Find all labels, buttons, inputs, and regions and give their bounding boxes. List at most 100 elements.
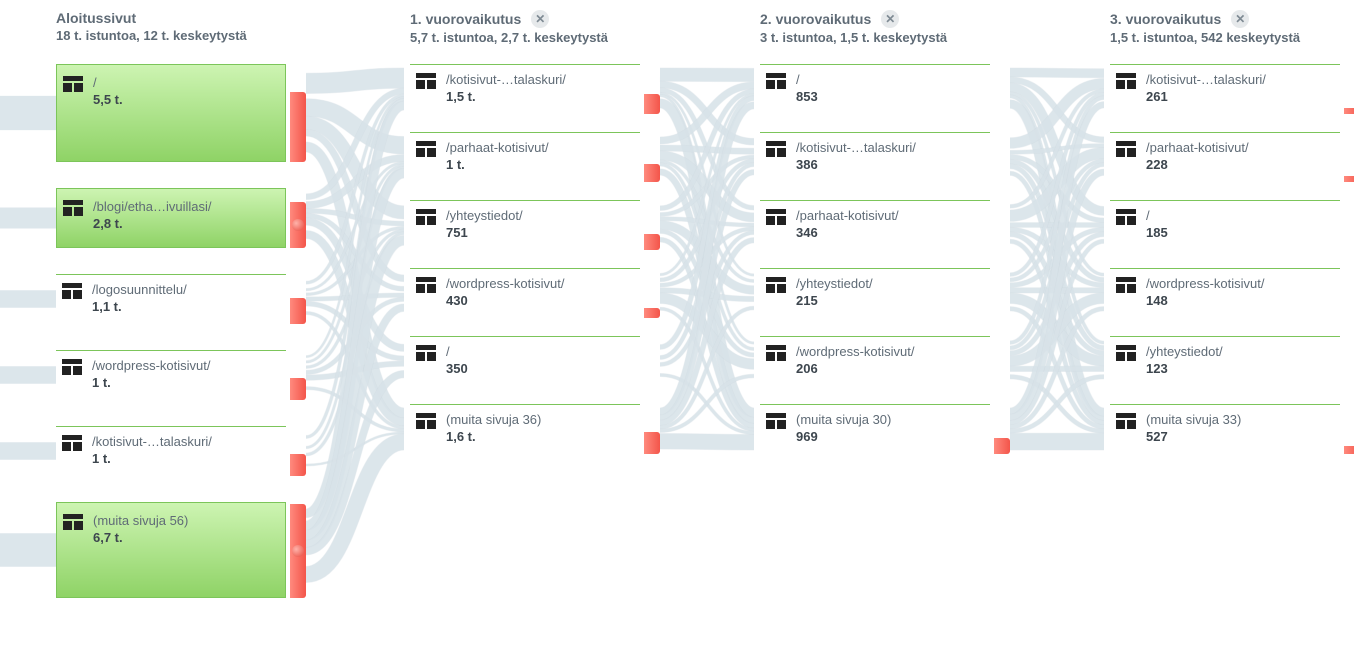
flow-node[interactable]: /blogi/etha…ivuillasi/2,8 t. (56, 188, 286, 248)
node-body: /parhaat-kotisivut/346 (760, 201, 990, 250)
node-body: /853 (760, 65, 990, 114)
close-icon[interactable] (1231, 10, 1249, 28)
flow-node[interactable]: /kotisivut-…talaskuri/1 t. (56, 426, 286, 476)
page-icon (416, 141, 436, 160)
node-body: (muita sivuja 30)969 (760, 405, 990, 454)
node-path: /parhaat-kotisivut/ (446, 140, 630, 155)
flow-node[interactable]: (muita sivuja 33)527 (1110, 404, 1340, 454)
node-path: (muita sivuja 33) (1146, 412, 1330, 427)
flow-node[interactable]: /350 (410, 336, 640, 386)
node-path: (muita sivuja 36) (446, 412, 630, 427)
page-icon (766, 413, 786, 432)
flow-node[interactable]: (muita sivuja 56)6,7 t. (56, 502, 286, 598)
node-path: (muita sivuja 56) (93, 513, 275, 528)
node-path: / (93, 75, 275, 90)
page-icon (62, 359, 82, 375)
page-icon (416, 413, 436, 432)
flow-node[interactable]: /parhaat-kotisivut/346 (760, 200, 990, 250)
page-icon (1116, 73, 1136, 92)
flow-node[interactable]: (muita sivuja 36)1,6 t. (410, 404, 640, 454)
page-icon (1116, 209, 1136, 225)
page-icon (766, 141, 786, 157)
node-body: /yhteystiedot/123 (1110, 337, 1340, 386)
page-icon (766, 73, 786, 92)
dropoff-indicator[interactable] (994, 438, 1010, 454)
node-path: /yhteystiedot/ (446, 208, 630, 223)
node-body: /yhteystiedot/215 (760, 269, 990, 318)
page-icon (63, 76, 83, 92)
flow-node[interactable]: /kotisivut-…talaskuri/1,5 t. (410, 64, 640, 114)
node-value: 1 t. (92, 375, 276, 390)
node-value: 346 (796, 225, 980, 240)
dropoff-indicator[interactable] (644, 94, 660, 114)
flow-node[interactable]: /parhaat-kotisivut/228 (1110, 132, 1340, 182)
flow-node[interactable]: /wordpress-kotisivut/206 (760, 336, 990, 386)
dropoff-indicator[interactable] (644, 308, 660, 318)
column-subtitle: 5,7 t. istuntoa, 2,7 t. keskeytystä (410, 30, 710, 45)
dropoff-indicator[interactable] (290, 298, 306, 324)
column-c3: 3. vuorovaikutus1,5 t. istuntoa, 542 kes… (1110, 10, 1354, 57)
dropoff-indicator[interactable] (644, 234, 660, 250)
page-icon (766, 413, 786, 429)
dropoff-indicator[interactable] (290, 92, 306, 162)
flow-node[interactable]: /wordpress-kotisivut/1 t. (56, 350, 286, 400)
node-value: 1,1 t. (92, 299, 276, 314)
flow-node[interactable]: /parhaat-kotisivut/1 t. (410, 132, 640, 182)
flow-node[interactable]: /yhteystiedot/751 (410, 200, 640, 250)
node-body: /wordpress-kotisivut/206 (760, 337, 990, 386)
page-icon (62, 435, 82, 451)
page-icon (63, 200, 83, 219)
flow-node[interactable]: /kotisivut-…talaskuri/386 (760, 132, 990, 182)
column-header: Aloitussivut18 t. istuntoa, 12 t. keskey… (56, 10, 356, 55)
dropoff-indicator[interactable] (1344, 176, 1354, 182)
page-icon (416, 209, 436, 228)
column-title-text: 3. vuorovaikutus (1110, 11, 1221, 27)
node-path: /kotisivut-…talaskuri/ (1146, 72, 1330, 87)
page-icon (63, 76, 83, 95)
node-body: (muita sivuja 33)527 (1110, 405, 1340, 454)
close-icon[interactable] (531, 10, 549, 28)
node-path: /kotisivut-…talaskuri/ (446, 72, 630, 87)
node-value: 751 (446, 225, 630, 240)
node-body: /kotisivut-…talaskuri/1 t. (56, 427, 286, 476)
page-icon (63, 514, 83, 533)
flow-node[interactable]: /wordpress-kotisivut/148 (1110, 268, 1340, 318)
node-value: 386 (796, 157, 980, 172)
column-subtitle: 3 t. istuntoa, 1,5 t. keskeytystä (760, 30, 1060, 45)
node-path: /wordpress-kotisivut/ (92, 358, 276, 373)
node-value: 261 (1146, 89, 1330, 104)
flow-node[interactable]: /wordpress-kotisivut/430 (410, 268, 640, 318)
node-value: 430 (446, 293, 630, 308)
node-body: /5,5 t. (56, 64, 286, 162)
node-value: 1 t. (92, 451, 276, 466)
dropoff-indicator[interactable] (644, 432, 660, 454)
page-icon (1116, 277, 1136, 296)
dropoff-indicator[interactable] (1344, 446, 1354, 454)
dropoff-indicator[interactable] (290, 378, 306, 400)
page-icon (1116, 413, 1136, 432)
flow-node[interactable]: (muita sivuja 30)969 (760, 404, 990, 454)
flow-node[interactable]: /yhteystiedot/123 (1110, 336, 1340, 386)
flow-node[interactable]: /yhteystiedot/215 (760, 268, 990, 318)
page-icon (1116, 73, 1136, 89)
flow-node[interactable]: /853 (760, 64, 990, 114)
page-icon (1116, 141, 1136, 160)
flow-node[interactable]: /185 (1110, 200, 1340, 250)
node-body: (muita sivuja 56)6,7 t. (56, 502, 286, 598)
node-path: /logosuunnittelu/ (92, 282, 276, 297)
node-value: 350 (446, 361, 630, 376)
page-icon (62, 283, 82, 302)
node-body: /wordpress-kotisivut/148 (1110, 269, 1340, 318)
dropoff-indicator[interactable] (644, 164, 660, 182)
flow-node[interactable]: /5,5 t. (56, 64, 286, 162)
page-icon (416, 345, 436, 364)
page-icon (1116, 345, 1136, 361)
dropoff-indicator[interactable] (1344, 108, 1354, 114)
column-title: 1. vuorovaikutus (410, 10, 710, 28)
close-icon[interactable] (881, 10, 899, 28)
flow-node[interactable]: /kotisivut-…talaskuri/261 (1110, 64, 1340, 114)
node-value: 185 (1146, 225, 1330, 240)
page-icon (766, 277, 786, 296)
dropoff-indicator[interactable] (290, 454, 306, 476)
flow-node[interactable]: /logosuunnittelu/1,1 t. (56, 274, 286, 324)
